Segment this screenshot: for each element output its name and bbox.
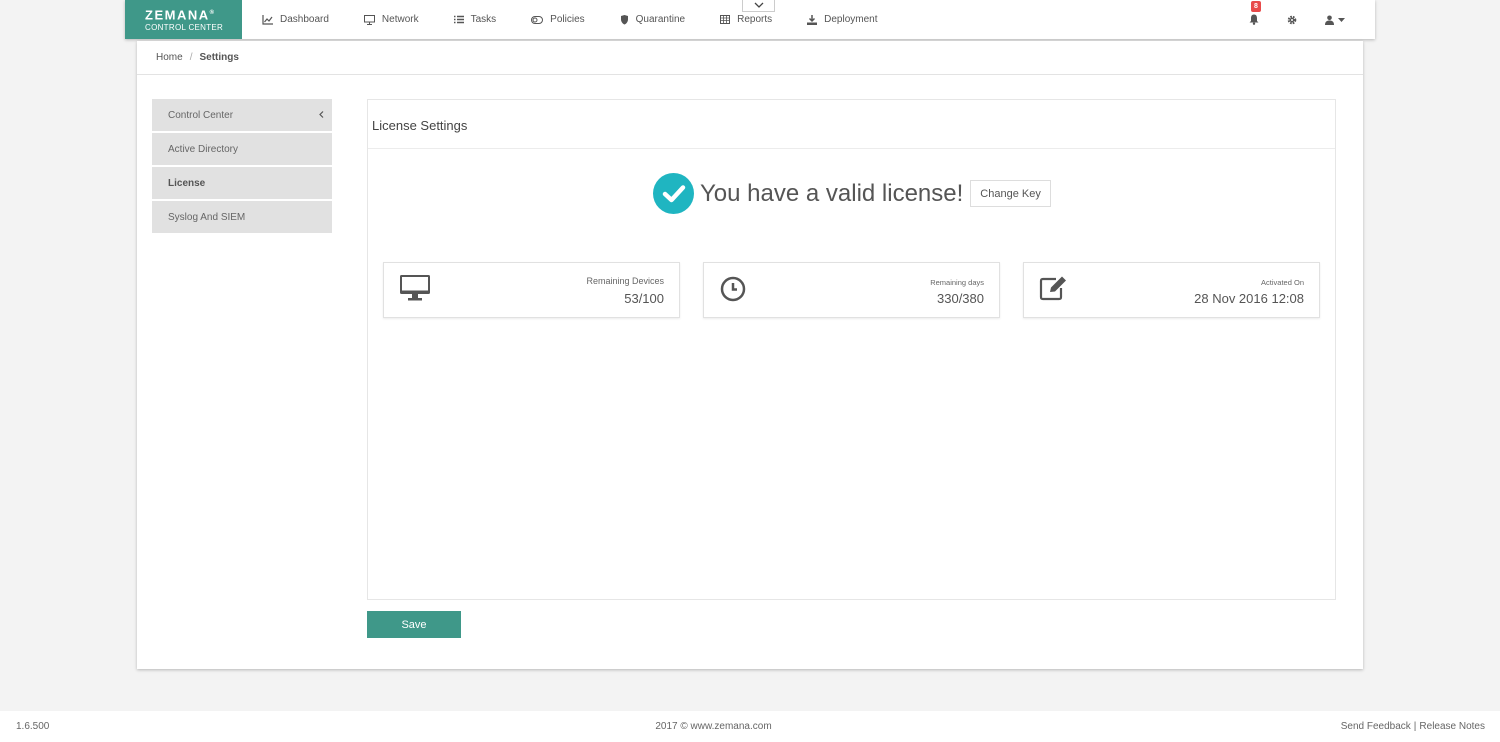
side-item-label: Control Center (168, 109, 234, 121)
shield-icon (620, 14, 628, 24)
gear-icon (1287, 15, 1297, 24)
breadcrumb-home[interactable]: Home (156, 52, 183, 63)
license-status-row: You have a valid license! Change Key (653, 173, 1051, 214)
monitor-icon (363, 14, 375, 25)
nav-collapse-toggle[interactable] (742, 0, 775, 12)
brand-logo[interactable]: ZEMANA® CONTROL CENTER (125, 0, 242, 39)
download-icon (807, 14, 818, 25)
side-item-label: Active Directory (168, 143, 239, 155)
brand-registered-mark: ® (209, 9, 216, 16)
clock-icon (720, 276, 746, 302)
remaining-days-card: Remaining days 330/380 (703, 262, 1000, 318)
settings-side-menu: Control Center Active Directory License … (152, 99, 332, 235)
nav-label-reports: Reports (737, 14, 773, 25)
user-icon (1325, 15, 1334, 25)
license-settings-box: License Settings You have a valid licens… (367, 99, 1336, 600)
stat-label: Activated On (1261, 278, 1304, 287)
chevron-down-icon (754, 2, 763, 8)
check-circle-icon (653, 173, 694, 214)
footer-link-separator: | (1413, 721, 1417, 732)
notification-count-badge: 8 (1251, 1, 1261, 12)
caret-down-icon (1338, 17, 1345, 22)
list-icon (453, 15, 464, 24)
stat-label: Remaining Devices (586, 276, 664, 286)
chart-line-icon (262, 14, 273, 25)
edit-icon (1039, 276, 1066, 301)
settings-button[interactable] (1287, 15, 1297, 25)
nav-policies[interactable]: Policies (531, 14, 585, 25)
side-item-label: License (168, 177, 206, 189)
notifications-button[interactable]: 8 (1249, 1, 1261, 25)
nav-label-network: Network (381, 14, 419, 25)
stat-value: 28 Nov 2016 12:08 (1194, 291, 1304, 306)
brand-name: ZEMANA (145, 7, 210, 23)
release-notes-link[interactable]: Release Notes (1419, 721, 1485, 732)
stat-value: 330/380 (937, 291, 984, 306)
activated-on-card: Activated On 28 Nov 2016 12:08 (1023, 262, 1320, 318)
side-item-control-center[interactable]: Control Center (152, 99, 332, 131)
bell-icon (1249, 14, 1259, 25)
remaining-devices-card: Remaining Devices 53/100 (383, 262, 680, 318)
nav-label-policies: Policies (550, 14, 585, 25)
top-navbar: ZEMANA® CONTROL CENTER Dashboard Network… (125, 0, 1375, 39)
monitor-icon (400, 275, 430, 301)
change-key-button[interactable]: Change Key (970, 180, 1051, 207)
breadcrumb-current: Settings (199, 52, 239, 63)
nav-reports[interactable]: Reports (720, 14, 772, 25)
copyright-text: 2017 © www.zemana.com (655, 721, 772, 732)
stat-value: 53/100 (624, 291, 664, 306)
user-menu-button[interactable] (1325, 15, 1345, 25)
nav-tasks[interactable]: Tasks (453, 14, 497, 25)
side-item-active-directory[interactable]: Active Directory (152, 133, 332, 165)
nav-label-dashboard: Dashboard (280, 14, 329, 25)
side-item-label: Syslog And SIEM (168, 211, 246, 223)
nav-label-deployment: Deployment (824, 14, 878, 25)
toggle-icon (531, 15, 544, 24)
send-feedback-link[interactable]: Send Feedback (1341, 721, 1411, 732)
side-item-license[interactable]: License (152, 167, 332, 199)
nav-quarantine[interactable]: Quarantine (620, 14, 685, 25)
table-icon (720, 15, 731, 24)
footer: 1.6.500 2017 © www.zemana.com Send Feedb… (0, 711, 1500, 742)
footer-links: Send Feedback | Release Notes (1341, 721, 1485, 732)
nav-label-quarantine: Quarantine (635, 14, 686, 25)
breadcrumb-separator: / (189, 52, 193, 63)
main-panel: Home / Settings Control Center Active Di… (137, 41, 1363, 669)
stat-label: Remaining days (930, 278, 984, 287)
nav-label-tasks: Tasks (470, 14, 497, 25)
top-right-actions: 8 (1221, 0, 1345, 39)
save-button[interactable]: Save (367, 611, 461, 638)
nav-deployment[interactable]: Deployment (807, 14, 878, 25)
side-item-syslog-siem[interactable]: Syslog And SIEM (152, 201, 332, 233)
nav-dashboard[interactable]: Dashboard (262, 14, 329, 25)
license-status-text: You have a valid license! (700, 179, 964, 207)
license-settings-title: License Settings (368, 100, 1335, 149)
chevron-left-icon (319, 111, 324, 118)
breadcrumb: Home / Settings (137, 41, 1363, 75)
brand-subtitle: CONTROL CENTER (145, 23, 224, 33)
main-nav: Dashboard Network Tasks Policies Quarant… (262, 0, 913, 39)
nav-network[interactable]: Network (363, 14, 419, 25)
